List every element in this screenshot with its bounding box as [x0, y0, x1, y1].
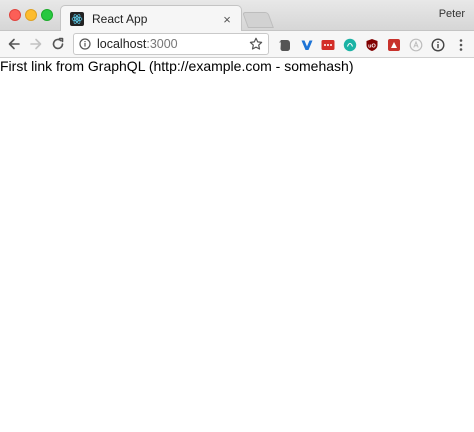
tab-close-icon[interactable]: × [221, 12, 233, 27]
grey-circle-extension-icon[interactable] [408, 37, 423, 52]
profile-name[interactable]: Peter [439, 8, 465, 20]
lastpass-icon[interactable] [320, 37, 335, 52]
window-maximize-button[interactable] [41, 9, 53, 21]
menu-icon[interactable] [453, 37, 468, 52]
ublock-icon[interactable]: uO [364, 37, 379, 52]
forward-arrow-icon[interactable] [27, 35, 45, 53]
reload-icon[interactable] [49, 35, 67, 53]
tab-strip: React App × Peter [0, 0, 474, 32]
v-extension-icon[interactable] [299, 37, 314, 52]
svg-text:uO: uO [368, 43, 376, 49]
url-port: :3000 [146, 37, 178, 51]
info-extension-icon[interactable] [430, 37, 445, 52]
address-bar[interactable]: localhost:3000 [73, 33, 269, 55]
bookmark-star-icon[interactable] [249, 37, 263, 51]
url-host: localhost [97, 37, 147, 51]
evernote-icon[interactable] [277, 37, 292, 52]
info-icon[interactable] [79, 38, 91, 50]
tab-title: React App [92, 12, 148, 26]
red-extension-icon[interactable] [386, 37, 401, 52]
back-arrow-icon[interactable] [5, 35, 23, 53]
react-icon [70, 12, 84, 26]
window-minimize-button[interactable] [25, 9, 37, 21]
tab-react-app[interactable]: React App × [60, 5, 242, 32]
teal-circle-extension-icon[interactable] [342, 37, 357, 52]
browser-toolbar: localhost:3000 uO [0, 31, 474, 58]
window-close-button[interactable] [9, 9, 21, 21]
new-tab-button[interactable] [242, 12, 274, 28]
graphql-link-text: First link from GraphQL (http://example.… [0, 58, 354, 74]
